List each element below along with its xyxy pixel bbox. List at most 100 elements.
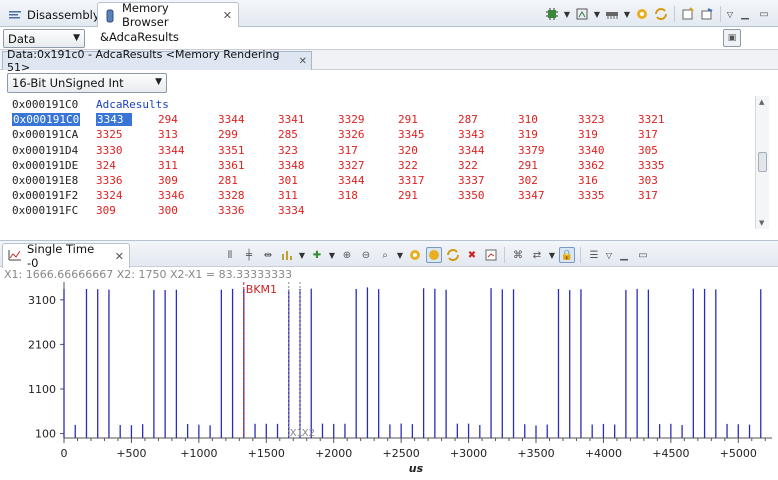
memory-cell[interactable]: 3350 <box>458 189 485 202</box>
memory-cell[interactable]: 311 <box>278 189 298 202</box>
memory-cell[interactable]: 3343 <box>458 128 485 141</box>
chevron-down-icon[interactable]: ▼ <box>298 247 306 263</box>
memory-cell[interactable]: 3344 <box>458 144 485 157</box>
memory-cell[interactable]: 320 <box>398 144 418 157</box>
memory-cell[interactable]: 300 <box>158 204 178 217</box>
memory-cell[interactable]: 3379 <box>518 144 545 157</box>
memory-cell[interactable]: 3340 <box>578 144 605 157</box>
align-icon[interactable]: ⫴ <box>222 247 238 263</box>
memory-space-select[interactable]: Data ▼ <box>3 29 85 48</box>
memory-map-icon[interactable] <box>574 6 590 22</box>
cursor-icon[interactable]: ╪ <box>241 247 257 263</box>
memory-cell[interactable]: 301 <box>278 174 298 187</box>
memory-cell[interactable]: 311 <box>158 159 178 172</box>
export-icon[interactable] <box>483 247 499 263</box>
memory-cell[interactable]: 302 <box>518 174 538 187</box>
chevron-down-icon[interactable]: ▼ <box>396 247 404 263</box>
memory-cell[interactable]: 309 <box>96 204 116 217</box>
zoom-out-icon[interactable]: ⊖ <box>358 247 374 263</box>
chevron-down-icon[interactable]: ▼ <box>328 247 336 263</box>
memory-cell[interactable]: 3327 <box>338 159 365 172</box>
memory-cell[interactable]: 3336 <box>96 174 123 187</box>
memory-cell[interactable]: 3344 <box>158 144 185 157</box>
minimize-icon[interactable]: ▁ <box>737 6 753 22</box>
address-input[interactable]: &AdcaResults <box>100 30 179 44</box>
zoom-in-icon[interactable]: ⊕ <box>339 247 355 263</box>
memory-cell[interactable]: 299 <box>218 128 238 141</box>
memory-cell[interactable]: 3329 <box>338 113 365 126</box>
memory-cell[interactable]: 3317 <box>398 174 425 187</box>
memory-cell[interactable]: 3325 <box>96 128 123 141</box>
number-format-select[interactable]: 16-Bit UnSigned Int ▼ <box>7 73 167 93</box>
memory-cell[interactable]: 3344 <box>338 174 365 187</box>
memory-cell[interactable]: 281 <box>218 174 238 187</box>
memory-cell[interactable]: 324 <box>96 159 116 172</box>
tab-disassembly[interactable]: Disassembly <box>2 2 100 27</box>
memory-cell[interactable]: 3326 <box>338 128 365 141</box>
memory-cell[interactable]: 291 <box>518 159 538 172</box>
chevron-down-icon[interactable]: ▼ <box>593 6 601 22</box>
memory-cell[interactable]: 285 <box>278 128 298 141</box>
pin-icon[interactable] <box>699 6 715 22</box>
chevron-down-icon[interactable]: ▼ <box>548 247 556 263</box>
memory-cell[interactable]: 318 <box>338 189 358 202</box>
scroll-up-icon[interactable]: ▲ <box>759 98 764 106</box>
memory-cell[interactable]: 3362 <box>578 159 605 172</box>
add-bookmark-icon[interactable]: ✚ <box>309 247 325 263</box>
memory-cell[interactable]: 309 <box>158 174 178 187</box>
memory-cell[interactable]: 319 <box>578 128 598 141</box>
memory-cell[interactable]: 3344 <box>218 113 245 126</box>
time-plot[interactable]: 100 1100 2100 3100 0 +500 +1000 +1500 +2000 +2500… <box>0 280 778 480</box>
delete-icon[interactable]: ✖ <box>464 247 480 263</box>
memory-cell[interactable]: 317 <box>638 128 658 141</box>
refresh-icon[interactable] <box>634 6 650 22</box>
ram-icon[interactable] <box>604 6 620 22</box>
tab-single-time[interactable]: Single Time -0 ✕ <box>2 242 130 270</box>
memory-cell[interactable]: 287 <box>458 113 478 126</box>
memory-cell[interactable]: 316 <box>578 174 598 187</box>
memory-cell[interactable]: 3324 <box>96 189 123 202</box>
memory-cell[interactable]: 3335 <box>638 159 665 172</box>
memory-cell[interactable]: 3345 <box>398 128 425 141</box>
memory-cell[interactable]: 3321 <box>638 113 665 126</box>
chip-icon[interactable] <box>544 6 560 22</box>
transfer-icon[interactable]: ⇄ <box>529 247 545 263</box>
view-menu-icon[interactable]: ▽ <box>726 6 734 22</box>
memory-cell[interactable]: 294 <box>158 113 178 126</box>
memory-cell[interactable]: 3348 <box>278 159 305 172</box>
memory-cell[interactable]: 305 <box>638 144 658 157</box>
memory-cell[interactable]: 3341 <box>278 113 305 126</box>
continuous-refresh-icon[interactable] <box>426 247 442 263</box>
memory-cell[interactable]: 303 <box>638 174 658 187</box>
memory-cell[interactable]: 322 <box>398 159 418 172</box>
memory-cell[interactable]: 3346 <box>158 189 185 202</box>
memory-cell[interactable]: 291 <box>398 113 418 126</box>
new-window-icon[interactable] <box>680 6 696 22</box>
memory-cell[interactable]: 3336 <box>218 204 245 217</box>
minimize-icon[interactable]: ▁ <box>616 247 632 263</box>
chevron-down-icon[interactable]: ▼ <box>563 6 571 22</box>
sync-icon[interactable] <box>653 6 669 22</box>
memory-cell[interactable]: 3351 <box>218 144 245 157</box>
memory-cell[interactable]: 3347 <box>518 189 545 202</box>
binoculars-icon[interactable]: ⌘ <box>510 247 526 263</box>
measure-icon[interactable]: ⇹ <box>260 247 276 263</box>
tab-memory-browser[interactable]: Memory Browser ✕ <box>97 1 239 29</box>
tab-memory-rendering[interactable]: Data:0x191c0 - AdcaResults <Memory Rende… <box>2 48 312 74</box>
memory-cell[interactable]: 3337 <box>458 174 485 187</box>
chevron-down-icon[interactable]: ▼ <box>623 6 631 22</box>
memory-cell[interactable]: 3323 <box>578 113 605 126</box>
close-icon[interactable]: ✕ <box>115 250 124 263</box>
memory-cell[interactable]: 322 <box>458 159 478 172</box>
view-menu-icon[interactable]: ▽ <box>605 247 613 263</box>
new-tab-icon[interactable]: ▣ <box>723 29 741 47</box>
close-icon[interactable]: ✕ <box>223 9 232 22</box>
memory-cell[interactable]: 291 <box>398 189 418 202</box>
memory-cell[interactable]: 3328 <box>218 189 245 202</box>
sync-icon[interactable] <box>445 247 461 263</box>
maximize-icon[interactable]: ▭ <box>756 6 772 22</box>
memory-cell[interactable]: 323 <box>278 144 298 157</box>
refresh-icon[interactable] <box>407 247 423 263</box>
memory-cell[interactable]: 3343 <box>96 113 132 127</box>
scroll-down-icon[interactable]: ▼ <box>759 219 764 227</box>
